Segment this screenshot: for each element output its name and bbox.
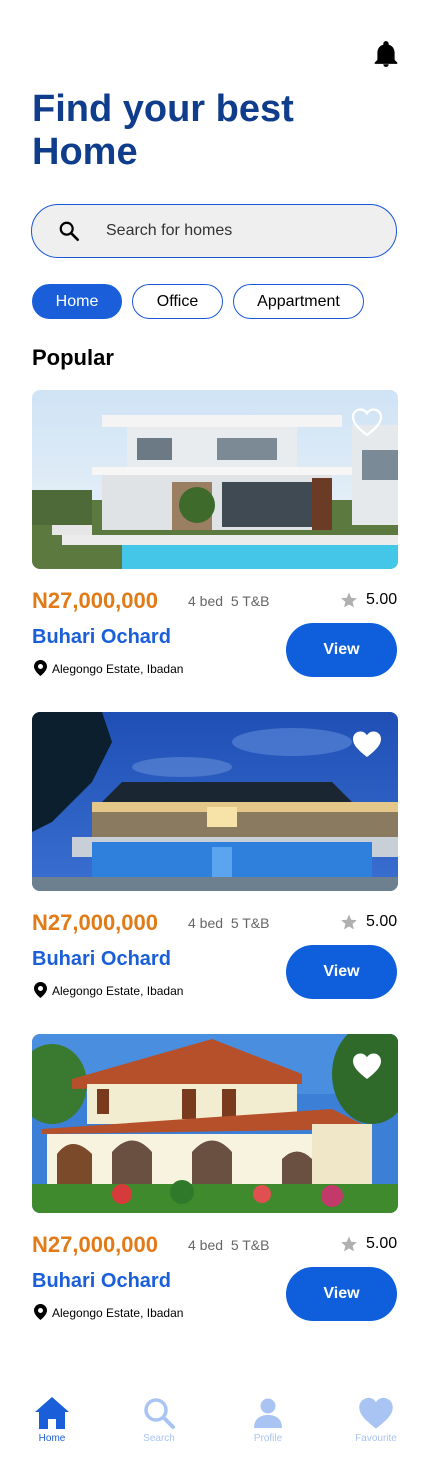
listing-location: Alegongo Estate, Ibadan xyxy=(52,662,184,676)
heart-icon xyxy=(359,1397,393,1429)
listing-specs: 4 bed 5 T&B xyxy=(188,915,270,931)
location-pin-icon xyxy=(34,1304,47,1320)
star-icon xyxy=(341,1236,357,1252)
nav-home-label: Home xyxy=(38,1433,66,1444)
listing-name[interactable]: Buhari Ochard xyxy=(32,1270,171,1293)
favourite-heart-icon[interactable] xyxy=(350,728,384,760)
listing-name[interactable]: Buhari Ochard xyxy=(32,626,171,649)
favourite-heart-icon[interactable] xyxy=(350,1050,384,1082)
listing-card: N27,000,000 4 bed 5 T&B 5.00 Buhari Ocha… xyxy=(32,1034,398,1334)
location-pin-icon xyxy=(34,982,47,998)
nav-favourite[interactable]: Favourite xyxy=(341,1395,411,1444)
chip-appartment[interactable]: Appartment xyxy=(233,284,364,319)
nav-home[interactable]: Home xyxy=(17,1395,87,1444)
listing-location: Alegongo Estate, Ibadan xyxy=(52,984,184,998)
section-title: Popular xyxy=(32,345,114,370)
location-pin-icon xyxy=(34,660,47,676)
nav-favourite-label: Favourite xyxy=(355,1433,397,1444)
search-icon xyxy=(144,1398,175,1429)
listing-name[interactable]: Buhari Ochard xyxy=(32,948,171,971)
chip-home[interactable]: Home xyxy=(32,284,122,319)
search-bar[interactable] xyxy=(31,204,397,258)
listing-specs: 4 bed 5 T&B xyxy=(188,1237,270,1253)
listing-rating: 5.00 xyxy=(366,591,398,608)
chip-office[interactable]: Office xyxy=(132,284,223,319)
listing-card: N27,000,000 4 bed 5 T&B 5.00 Buhari Ocha… xyxy=(32,712,398,1012)
listing-price: N27,000,000 xyxy=(32,588,158,613)
listing-photo[interactable] xyxy=(32,712,398,891)
star-icon xyxy=(341,592,357,608)
page-title: Find your best Home xyxy=(32,88,294,173)
listing-photo[interactable] xyxy=(32,1034,398,1213)
listing-price: N27,000,000 xyxy=(32,910,158,935)
nav-search-label: Search xyxy=(143,1433,175,1444)
profile-icon xyxy=(254,1398,282,1428)
nav-search[interactable]: Search xyxy=(124,1395,194,1444)
home-icon xyxy=(35,1397,69,1429)
listing-photo[interactable] xyxy=(32,390,398,569)
view-button[interactable]: View xyxy=(286,623,397,677)
category-chips: Home Office Appartment xyxy=(32,284,364,319)
listing-card: N27,000,000 4 bed 5 T&B 5.00 Buhari Ocha… xyxy=(32,390,398,690)
view-button[interactable]: View xyxy=(286,945,397,999)
view-button[interactable]: View xyxy=(286,1267,397,1321)
search-input[interactable] xyxy=(106,222,366,240)
nav-profile[interactable]: Profile xyxy=(233,1395,303,1444)
listing-rating: 5.00 xyxy=(366,1235,398,1252)
listing-specs: 4 bed 5 T&B xyxy=(188,593,270,609)
notification-bell-icon[interactable] xyxy=(373,40,399,68)
favourite-heart-icon[interactable] xyxy=(350,406,384,438)
listing-price: N27,000,000 xyxy=(32,1232,158,1257)
listing-rating: 5.00 xyxy=(366,913,398,930)
nav-profile-label: Profile xyxy=(253,1433,283,1444)
bottom-nav: Home Search Profile Favourite xyxy=(0,1385,430,1471)
listing-location: Alegongo Estate, Ibadan xyxy=(52,1306,184,1320)
search-icon xyxy=(59,221,79,241)
star-icon xyxy=(341,914,357,930)
